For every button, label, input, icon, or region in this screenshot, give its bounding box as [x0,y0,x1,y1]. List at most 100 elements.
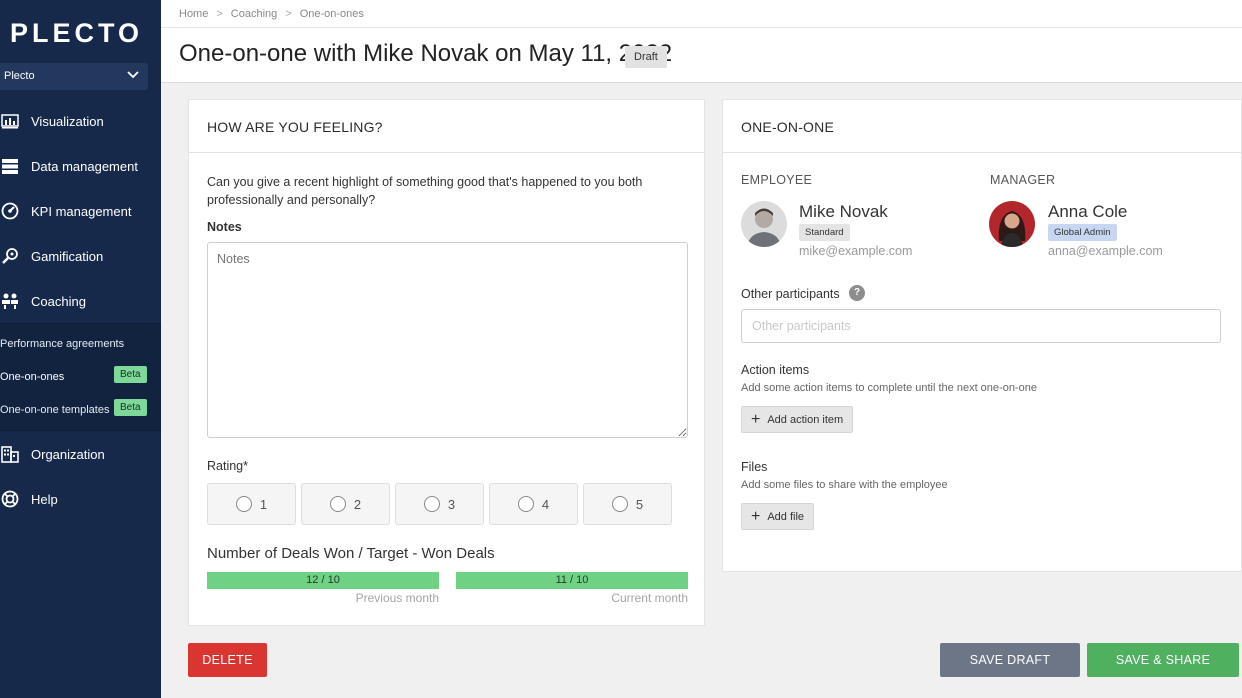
notes-label: Notes [207,220,242,234]
kpi-caption-previous: Previous month [355,591,439,605]
role-badge: Global Admin [1048,224,1117,241]
sidebar-item-label: Gamification [31,248,104,264]
breadcrumb-coaching[interactable]: Coaching [231,8,277,20]
one-on-one-card: ONE-ON-ONE EMPLOYEE Mike Novak Standard … [722,99,1242,572]
radio-button[interactable] [423,496,440,512]
add-file-button[interactable]: + Add file [741,503,815,530]
rating-option-label: 5 [635,496,644,512]
add-action-item-button[interactable]: + Add action item [741,406,854,433]
rating-option-label: 2 [353,496,362,512]
deals-kpi-title: Number of Deals Won / Target - Won Deals [207,545,495,562]
page-title: One-on-one with Mike Novak on May 11, 20… [179,40,673,67]
chevron-down-icon [127,71,139,79]
rating-group: 1 2 3 4 5 [207,483,672,525]
sidebar-subitem-one-on-ones[interactable]: One-on-ones Beta [0,366,161,383]
manager-email: anna@example.com [1048,244,1163,258]
rating-option-5[interactable]: 5 [583,483,672,525]
role-badge: Standard [799,224,850,241]
page-header: Home > Coaching > One-on-ones One-on-one… [161,0,1242,83]
org-selector[interactable]: Plecto [0,63,148,90]
save-and-share-button[interactable]: SAVE & SHARE [1087,643,1239,677]
breadcrumb-separator: > [285,8,292,20]
divider [161,27,1242,28]
sidebar-subitem-label: One-on-ones [0,371,65,383]
manager-name: Anna Cole [1048,202,1128,221]
plus-icon: + [751,507,761,525]
participants-input[interactable] [741,309,1221,343]
employee-email: mike@example.com [799,244,913,258]
sidebar-item-help[interactable]: Help [0,479,161,519]
rating-option-label: 4 [541,496,550,512]
files-label: Files [741,460,768,474]
breadcrumb-home[interactable]: Home [179,8,208,20]
gamepad-icon [0,246,20,266]
rating-option-label: 3 [447,496,456,512]
sidebar-subitem-performance-agreements[interactable]: Performance agreements [0,338,161,350]
sidebar-item-label: Data management [31,158,138,174]
files-description: Add some files to share with the employe… [741,479,948,491]
delete-button[interactable]: DELETE [188,643,267,677]
participants-label: Other participants [741,287,840,301]
plecto-logo[interactable]: PLECTO [10,18,143,49]
beta-badge: Beta [114,399,147,416]
avatar [989,201,1035,247]
sidebar-item-label: Visualization [31,113,104,129]
sidebar-item-coaching[interactable]: Coaching [0,281,161,321]
rating-option-2[interactable]: 2 [301,483,390,525]
manager-label: MANAGER [990,173,1056,187]
kpi-progress-bar-current: 11 / 10 [456,572,688,589]
gauge-icon [0,201,20,221]
button-label: Add action item [767,413,844,426]
coaching-submenu: Performance agreements One-on-ones Beta … [0,323,161,431]
breadcrumb: Home > Coaching > One-on-ones [179,8,364,20]
sidebar-item-kpi-management[interactable]: KPI management [0,191,161,231]
org-selector-label: Plecto [4,70,35,82]
question-text: Can you give a recent highlight of somet… [207,175,643,207]
kpi-progress-bar-previous: 12 / 10 [207,572,439,589]
card-heading: HOW ARE YOU FEELING? [189,100,704,153]
chart-icon [0,111,20,131]
sidebar-item-data-management[interactable]: Data management [0,146,161,186]
radio-button[interactable] [611,496,628,512]
rating-option-label: 1 [259,496,268,512]
sidebar-subitem-label: One-on-one templates [0,404,110,416]
sidebar-item-visualization[interactable]: Visualization [0,101,161,141]
building-icon [0,444,20,464]
plus-icon: + [751,410,761,428]
sidebar-subitem-one-on-one-templates[interactable]: One-on-one templates Beta [0,399,161,416]
rating-option-1[interactable]: 1 [207,483,296,525]
sidebar-item-label: Help [31,491,58,507]
action-items-label: Action items [741,363,810,377]
save-draft-button[interactable]: SAVE DRAFT [940,643,1080,677]
rating-label: Rating* [207,459,248,473]
sidebar-item-label: KPI management [31,203,132,219]
radio-button[interactable] [235,496,252,512]
action-items-description: Add some action items to complete until … [741,382,1037,394]
employee-name: Mike Novak [799,202,888,221]
sidebar: PLECTO Plecto Visualization Data managem… [0,0,161,698]
card-heading: ONE-ON-ONE [723,100,1241,153]
radio-button[interactable] [517,496,534,512]
people-icon [0,291,20,311]
status-badge: Draft [625,46,667,68]
breadcrumb-one-on-ones: One-on-ones [299,8,364,20]
sidebar-item-organization[interactable]: Organization [0,434,161,474]
sidebar-subitem-label: Performance agreements [0,338,125,350]
button-label: Add file [767,510,805,523]
lifebuoy-icon [0,489,20,509]
notes-textarea[interactable] [207,242,688,438]
beta-badge: Beta [114,366,147,383]
sidebar-item-label: Organization [31,446,105,462]
rating-option-3[interactable]: 3 [395,483,484,525]
feeling-card: HOW ARE YOU FEELING? Can you give a rece… [188,99,705,626]
avatar [741,201,787,247]
help-icon[interactable]: ? [849,285,865,301]
breadcrumb-separator: > [216,8,223,20]
database-icon [0,156,20,176]
rating-option-4[interactable]: 4 [489,483,578,525]
sidebar-item-label: Coaching [31,293,86,309]
sidebar-item-gamification[interactable]: Gamification [0,236,161,276]
kpi-caption-current: Current month [611,591,688,605]
employee-label: EMPLOYEE [741,173,813,187]
radio-button[interactable] [329,496,346,512]
